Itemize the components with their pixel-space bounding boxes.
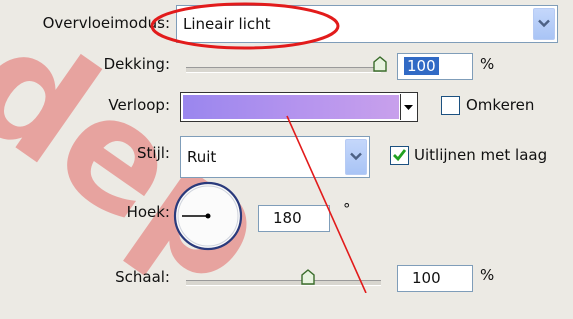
annotation-line <box>286 115 367 293</box>
annotation-ellipse <box>150 2 340 50</box>
annotation-overlay <box>150 2 367 293</box>
